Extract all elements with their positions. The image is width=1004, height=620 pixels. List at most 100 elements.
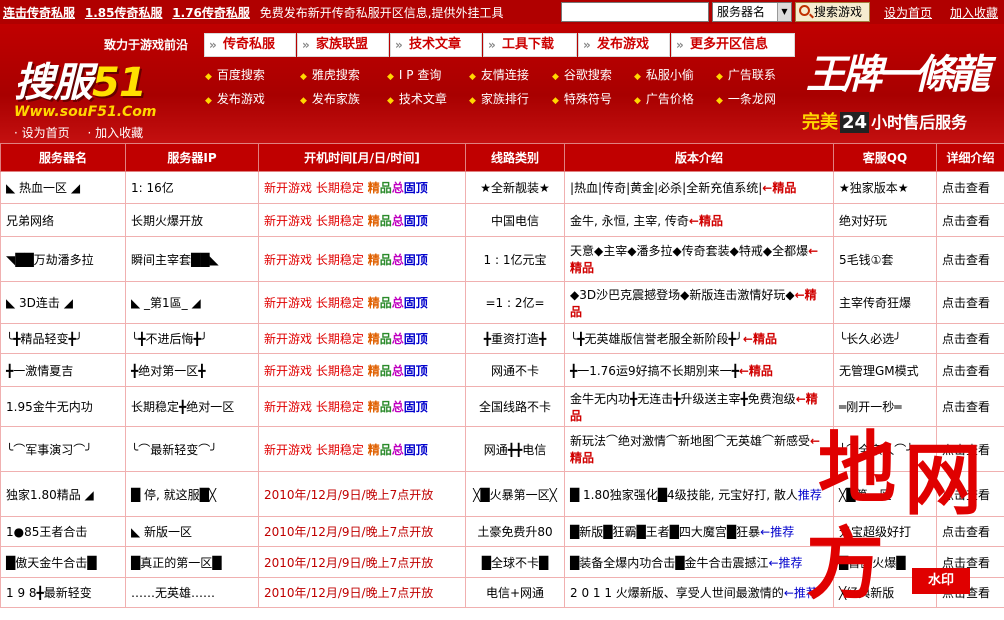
quick-link[interactable]: ◆ 一条龙网	[716, 90, 776, 107]
version-desc: 金牛, 永恒, 主宰, 传奇	[570, 213, 689, 228]
quick-link[interactable]: ◆ 发布游戏	[205, 90, 265, 107]
version-desc: |热血|传奇|黄金|必杀|全新充值系统|	[570, 181, 763, 195]
top-link-185[interactable]: 1.85传奇私服	[85, 6, 163, 20]
quality-badge: 固	[403, 296, 416, 310]
open-time-cell: 2010年/12月/9日/晚上7点开放	[258, 577, 466, 608]
view-details-link[interactable]: 点击查看	[936, 386, 1004, 427]
tab-more-servers[interactable]: » 更多开区信息	[671, 33, 795, 57]
support-qq: ╳经典新版	[833, 577, 937, 608]
version-desc: █新版█狂霸█王者█四大魔宫█狂暴	[570, 525, 761, 539]
line-type: 全国线路不卡	[465, 386, 565, 427]
column-header: 版本介绍	[564, 143, 834, 172]
version-desc: █ 1.80独家强化█4级技能, 元宝好打, 散人	[570, 487, 798, 502]
server-name: 1 9 8╋最新轻变	[0, 577, 126, 608]
search-button-label: 搜索游戏	[814, 5, 863, 19]
server-ip: 长期火爆开放	[125, 203, 259, 237]
status-stable: 长期稳定	[315, 252, 364, 267]
table-row: ◣ 热血一区 ◢ 1: 16亿 新开游戏 长期稳定 精品总固顶 ★全新靓装★ |热血|传…	[0, 171, 1004, 204]
status-new: 新开游戏	[264, 442, 313, 457]
service-banner: 完美 24 小时售后服务	[802, 112, 968, 133]
version-tag: ←精品	[762, 181, 797, 195]
quality-badge: 品	[379, 363, 392, 378]
version-desc-cell: ╰╋无英雄版信誉老服全新阶段╋╯←精品	[564, 323, 834, 354]
line-type: 1 : 1亿元宝	[465, 236, 565, 282]
set-home-link[interactable]: 设为首页	[884, 4, 932, 21]
quick-link[interactable]: ◆ I P 查询	[387, 66, 441, 83]
server-ip: ◣ _第1區_ ◢	[125, 281, 259, 324]
quality-badge: 总	[391, 363, 404, 378]
chevron-right-icon: »	[583, 38, 591, 52]
version-tag: ←精品	[688, 213, 723, 228]
add-favorite-link[interactable]: 加入收藏	[950, 4, 998, 21]
view-details-link[interactable]: 点击查看	[936, 281, 1004, 324]
view-details-link[interactable]: 点击查看	[936, 353, 1004, 387]
quick-link[interactable]: ◆ 友情连接	[469, 66, 529, 83]
open-time-cell: 新开游戏 长期稳定 精品总固顶	[258, 281, 466, 324]
tab-legend-private-server[interactable]: » 传奇私服	[204, 33, 296, 57]
open-time: 2010年/12月/9日/晚上7点开放	[264, 487, 434, 502]
line-type: 网通╋╋电信	[465, 426, 565, 472]
quick-link[interactable]: ◆ 发布家族	[300, 90, 360, 107]
open-time: 2010年/12月/9日/晚上7点开放	[264, 555, 434, 570]
status-stable: 长期稳定	[315, 332, 364, 346]
quality-badge: 精	[367, 332, 380, 346]
version-desc-cell: 天意◆主宰◆潘多拉◆传奇套装◆特戒◆全都爆←精品	[564, 236, 834, 282]
view-details-link[interactable]: 点击查看	[936, 171, 1004, 204]
tab-publish-game[interactable]: » 发布游戏	[578, 33, 670, 57]
open-time-cell: 2010年/12月/9日/晚上7点开放	[258, 546, 466, 578]
view-details-link[interactable]: 点击查看	[936, 203, 1004, 237]
site-logo[interactable]: 搜服51	[14, 50, 194, 112]
quality-badge: 顶	[415, 332, 428, 346]
top-link-combo[interactable]: 连击传奇私服	[3, 6, 75, 20]
top-link-176[interactable]: 1.76传奇私服	[172, 6, 250, 20]
view-details-link[interactable]: 点击查看	[936, 426, 1004, 472]
open-time-cell: 新开游戏 长期稳定 精品总固顶	[258, 353, 466, 387]
view-details-link[interactable]: 点击查看	[936, 236, 1004, 282]
server-table: 服务器名 服务器IP 开机时间[月/日/时间] 线路类别 版本介绍 客服QQ 详…	[0, 143, 1004, 608]
tab-tech-articles[interactable]: » 技术文章	[390, 33, 482, 57]
brand-banner[interactable]: 王牌一條龍	[806, 42, 1001, 104]
chevron-right-icon: »	[302, 38, 310, 52]
quick-link[interactable]: ◆ 雅虎搜索	[300, 66, 360, 83]
view-details-link[interactable]: 点击查看	[936, 577, 1004, 608]
header-set-home-link[interactable]: · 设为首页	[14, 126, 70, 140]
quick-link[interactable]: ◆ 私服小偷	[634, 66, 694, 83]
status-new: 新开游戏	[264, 181, 313, 195]
server-ip: █真正的第一区█	[125, 546, 259, 578]
table-row: 兄弟网络 长期火爆开放 新开游戏 长期稳定 精品总固顶 中国电信 金牛, 永恒, 主宰,…	[0, 203, 1004, 237]
quick-link[interactable]: ◆ 家族排行	[469, 90, 529, 107]
version-desc: 新玩法⌒绝对激情⌒新地图⌒无英雄⌒新感受	[570, 434, 811, 448]
support-qq: 无管理GM模式	[833, 353, 937, 387]
open-time-cell: 新开游戏 长期稳定 精品总固顶	[258, 426, 466, 472]
quick-link[interactable]: ◆ 特殊符号	[552, 90, 612, 107]
view-details-link[interactable]: 点击查看	[936, 546, 1004, 578]
site-header: 致力于游戏前沿 搜服51 Www.souF51.Com · 设为首页 · 加入收…	[0, 24, 1004, 143]
quality-badge: 固	[403, 213, 416, 228]
quick-link[interactable]: ◆ 技术文章	[387, 90, 447, 107]
quality-badge: 总	[391, 181, 404, 195]
search-type-select[interactable]: 服务器名 ▼	[712, 2, 792, 22]
view-details-link[interactable]: 点击查看	[936, 516, 1004, 547]
quality-badge: 精	[367, 181, 380, 195]
view-details-link[interactable]: 点击查看	[936, 471, 1004, 517]
tab-family-alliance[interactable]: » 家族联盟	[297, 33, 389, 57]
view-details-link[interactable]: 点击查看	[936, 323, 1004, 354]
quick-link[interactable]: ◆ 百度搜索	[205, 66, 265, 83]
header-add-favorite-link[interactable]: · 加入收藏	[87, 126, 143, 140]
table-row: ◣ 3D连击 ◢ ◣ _第1區_ ◢ 新开游戏 长期稳定 精品总固顶 =1 : 2亿=…	[0, 281, 1004, 324]
search-button[interactable]: 搜索游戏	[795, 2, 870, 22]
quick-link[interactable]: ◆ 广告价格	[634, 90, 694, 107]
support-qq: ╳█第一区	[833, 471, 937, 517]
tab-tool-download[interactable]: » 工具下载	[483, 33, 577, 57]
version-desc: 2 0 1 1 火爆新版、享受人世间最激情的	[570, 586, 784, 600]
quality-badge: 品	[379, 332, 392, 346]
quick-link[interactable]: ◆ 谷歌搜索	[552, 66, 612, 83]
quick-link[interactable]: ◆ 广告联系	[716, 66, 776, 83]
search-input[interactable]	[561, 2, 709, 22]
column-header: 开机时间[月/日/时间]	[258, 143, 466, 172]
open-time: 2010年/12月/9日/晚上7点开放	[264, 525, 434, 539]
status-new: 新开游戏	[264, 332, 313, 346]
support-qq: 元宝超级好打	[833, 516, 937, 547]
line-type: ★全新靓装★	[465, 171, 565, 204]
open-time-cell: 新开游戏 长期稳定 精品总固顶	[258, 323, 466, 354]
